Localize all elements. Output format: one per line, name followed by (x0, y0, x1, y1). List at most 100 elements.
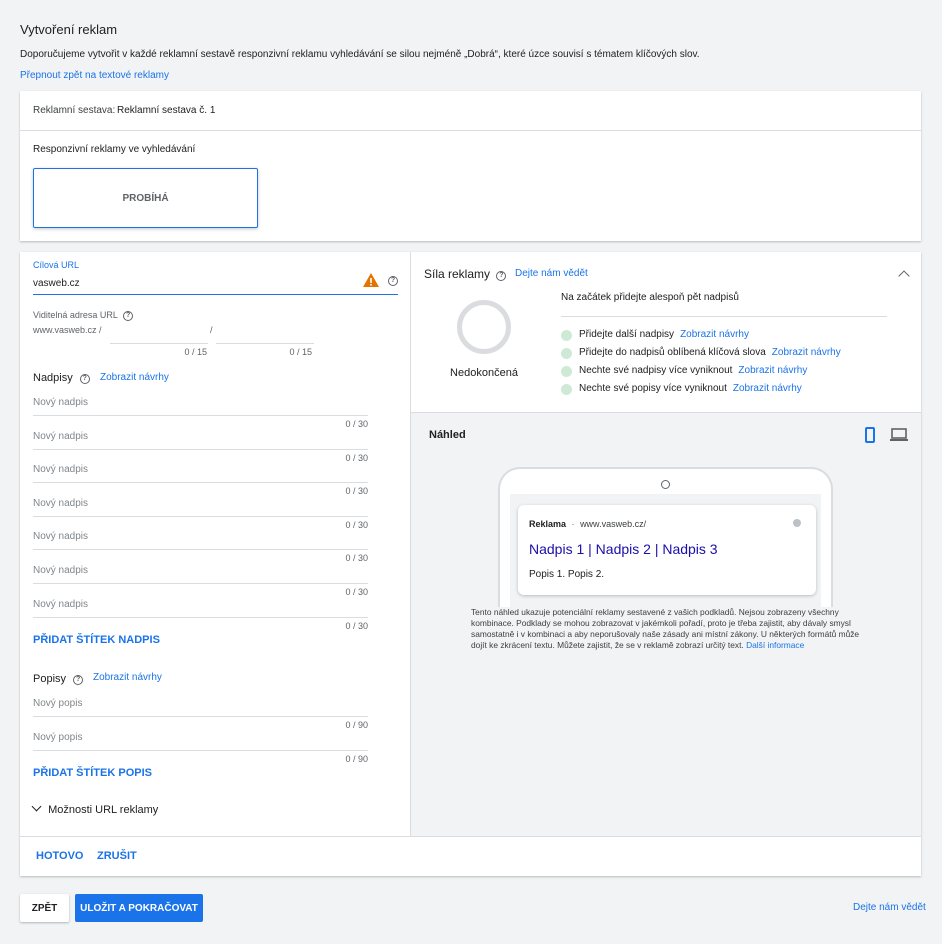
ad-group-card: Reklamní sestava: Reklamní sestava č. 1 … (20, 91, 921, 241)
recommendation-text: Přidejte do nadpisů oblíbená klíčová slo… (579, 347, 766, 358)
mobile-device-icon[interactable] (865, 427, 875, 443)
descriptions-suggest-link[interactable]: Zobrazit návrhy (93, 672, 162, 683)
headline-underline (33, 515, 368, 517)
preview-panel: Náhled Reklama · www.vasweb.cz/ Nadpis 1… (411, 412, 921, 836)
headline-counter: 0 / 30 (345, 486, 368, 497)
save-continue-button[interactable]: ULOŽIT A POKRAČOVAT (75, 894, 203, 922)
headline-underline (33, 482, 368, 484)
save-continue-label: ULOŽIT A POKRAČOVAT (80, 902, 198, 914)
description-underline (33, 716, 368, 717)
display-url-separator: / (210, 325, 213, 335)
headline-underline (33, 415, 368, 416)
display-url-help-icon[interactable]: ? (123, 311, 134, 321)
description-input[interactable]: Nový popis (33, 698, 368, 709)
display-url-prefix: www.vasweb.cz / (33, 325, 102, 335)
ad-info-dot-icon (793, 519, 801, 527)
strength-divider (561, 316, 887, 317)
headline-input[interactable]: Nový nadpis (33, 431, 368, 442)
headline-input[interactable]: Nový nadpis (33, 498, 368, 509)
path2-underline (216, 343, 314, 344)
headline-underline (33, 583, 368, 584)
display-url-path1-input[interactable] (110, 325, 206, 343)
final-url-input[interactable]: vasweb.cz (33, 278, 353, 289)
recommendation-text: Přidejte další nadpisy (579, 329, 675, 340)
recommendation-suggest-link[interactable]: Zobrazit návrhy (772, 347, 841, 358)
strength-feedback-link[interactable]: Dejte nám vědět (515, 268, 588, 279)
back-button[interactable]: ZPĚT (20, 894, 69, 922)
headline-counter: 0 / 30 (345, 419, 368, 429)
recommendation-status-dot-icon (561, 348, 572, 359)
headline-input[interactable]: Nový nadpis (33, 464, 368, 475)
url-options-label: Možnosti URL reklamy (48, 804, 159, 816)
desktop-device-icon[interactable] (890, 428, 908, 442)
final-url-help-icon[interactable]: ? (388, 276, 398, 286)
ad-group-label: Reklamní sestava: (33, 105, 116, 116)
headline-counter: 0 / 30 (345, 620, 368, 631)
collapse-chevron-up-icon[interactable] (898, 270, 910, 282)
headline-underline (33, 448, 368, 450)
recommendation-suggest-link[interactable]: Zobrazit návrhy (738, 365, 807, 376)
display-url-label-text: Viditelná adresa URL (33, 310, 118, 320)
headline-counter: 0 / 30 (345, 587, 368, 597)
strength-intro: Na začátek přidejte alespoň pět nadpisů (561, 292, 739, 303)
recommendation-suggest-link[interactable]: Zobrazit návrhy (680, 329, 749, 340)
headline-counter: 0 / 30 (345, 452, 368, 463)
ad-headline: Nadpis 1 | Nadpis 2 | Nadpis 3 (529, 541, 718, 557)
descriptions-help-icon[interactable]: ? (73, 675, 84, 685)
ad-editor-card: Cílová URL vasweb.cz ? Viditelná adresa … (20, 252, 921, 876)
rsa-status-label: PROBÍHÁ (122, 192, 169, 204)
headline-underline (33, 616, 368, 618)
description-counter: 0 / 90 (345, 754, 368, 764)
headlines-heading: Nadpisy ? (33, 372, 90, 384)
headlines-label: Nadpisy (33, 372, 73, 384)
headline-counter: 0 / 30 (345, 519, 368, 530)
recommendation-item: Nechte své popisy více vyniknout Zobrazit… (579, 383, 802, 394)
description-input[interactable]: Nový popis (33, 732, 368, 743)
strength-help-icon[interactable]: ? (496, 271, 507, 281)
strength-panel: Síla reklamy ? Dejte nám vědět Nedokonče… (411, 252, 921, 412)
rsa-status-box[interactable]: PROBÍHÁ (33, 168, 258, 228)
strength-status: Nedokončená (450, 367, 518, 379)
page-description: Doporučujeme vytvořit v každé reklamní s… (20, 49, 700, 60)
preview-more-info-link[interactable]: Další informace (746, 640, 804, 650)
strength-ring (457, 300, 511, 354)
page-title: Vytvoření reklam (20, 22, 118, 37)
ad-preview-card: Reklama · www.vasweb.cz/ Nadpis 1 | Nadp… (518, 505, 816, 595)
footer-feedback-link[interactable]: Dejte nám vědět (853, 902, 926, 913)
headlines-suggest-link[interactable]: Zobrazit návrhy (100, 372, 169, 383)
descriptions-label: Popisy (33, 673, 67, 685)
url-options-toggle[interactable]: Možnosti URL reklamy (31, 801, 159, 816)
ad-url-line: Reklama · www.vasweb.cz/ (529, 519, 646, 529)
recommendation-status-dot-icon (561, 384, 572, 395)
recommendation-status-dot-icon (561, 366, 572, 377)
display-url-path2-input[interactable] (216, 325, 312, 343)
ad-group-value: Reklamní sestava č. 1 (117, 105, 216, 116)
headline-input[interactable]: Nový nadpis (33, 565, 368, 576)
phone-camera (661, 480, 670, 489)
dot-separator: · (571, 519, 575, 529)
headline-counter: 0 / 30 (345, 553, 368, 564)
strength-title-text: Síla reklamy (424, 267, 491, 281)
recommendation-suggest-link[interactable]: Zobrazit návrhy (733, 383, 802, 394)
add-description-button[interactable]: PŘIDAT ŠTÍTEK POPIS (33, 767, 152, 779)
add-headline-button[interactable]: PŘIDAT ŠTÍTEK NADPIS (33, 634, 160, 646)
cancel-button[interactable]: ZRUŠIT (97, 850, 137, 862)
rsa-title: Responzivní reklamy ve vyhledávání (33, 144, 196, 155)
switch-to-text-ads-link[interactable]: Přepnout zpět na textové reklamy (20, 70, 169, 81)
strength-title: Síla reklamy ? (424, 267, 507, 281)
actions-divider (20, 836, 921, 837)
final-url-label: Cílová URL (33, 260, 80, 270)
preview-title: Náhled (429, 429, 466, 441)
headlines-help-icon[interactable]: ? (79, 374, 90, 384)
headline-underline (33, 549, 368, 551)
description-underline (33, 750, 368, 751)
recommendation-text: Nechte své nadpisy více vyniknout (579, 365, 733, 376)
headline-input[interactable]: Nový nadpis (33, 599, 368, 610)
headline-input[interactable]: Nový nadpis (33, 397, 368, 408)
recommendation-status-dot-icon (561, 330, 572, 341)
warning-icon (362, 272, 380, 288)
divider (20, 130, 921, 131)
done-button[interactable]: HOTOVO (36, 850, 83, 862)
headline-input[interactable]: Nový nadpis (33, 531, 368, 542)
recommendation-text: Nechte své popisy více vyniknout (579, 383, 727, 394)
